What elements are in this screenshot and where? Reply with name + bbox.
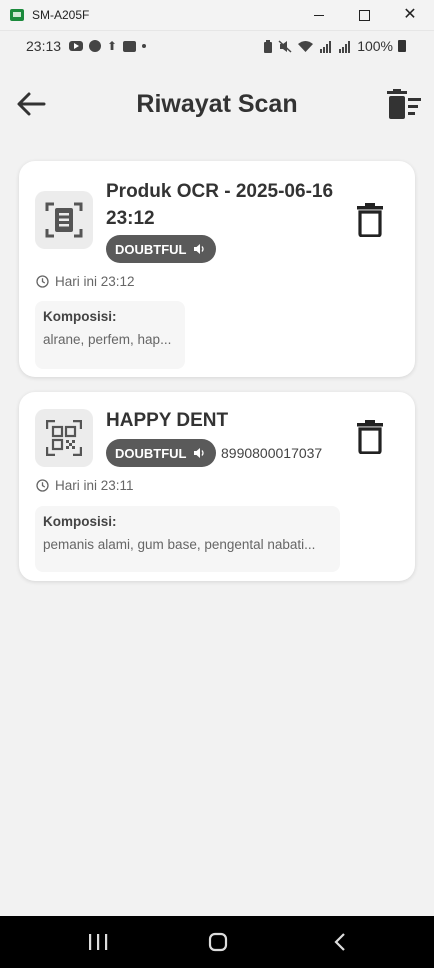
mute-icon <box>278 39 292 53</box>
app-notification-icon <box>123 40 137 52</box>
upload-icon: ⬆ <box>107 39 118 53</box>
product-title: HAPPY DENT <box>106 410 229 431</box>
history-card[interactable]: HAPPY DENT DOUBTFUL 8990800017037 Hari i… <box>19 392 415 581</box>
page-title: Riwayat Scan <box>136 90 298 118</box>
status-bar: 23:13 ⬆ 100% <box>0 31 434 61</box>
scan-type-thumbnail <box>35 409 93 467</box>
chevron-left-icon <box>334 933 345 951</box>
composition-box: Komposisi: pemanis alami, gum base, peng… <box>35 506 340 572</box>
composition-text: alrane, perfem, hap... <box>43 332 172 347</box>
clock-icon <box>36 479 49 492</box>
account-icon <box>89 40 102 52</box>
navigation-bar <box>0 916 434 968</box>
delete-button[interactable] <box>356 420 384 455</box>
status-time: 23:13 <box>26 38 62 54</box>
composition-text: pemanis alami, gum base, pengental nabat… <box>43 537 316 552</box>
maximize-icon <box>358 9 370 21</box>
history-card[interactable]: Produk OCR - 2025-06-16 23:12 DOUBTFUL H… <box>19 161 415 377</box>
qr-code-icon <box>46 420 82 456</box>
clock-icon <box>36 275 49 288</box>
home-icon <box>208 932 228 952</box>
scan-timestamp: Hari ini 23:12 <box>36 274 135 289</box>
status-badge[interactable]: DOUBTFUL <box>106 439 216 467</box>
android-device-icon <box>10 9 24 21</box>
battery-level: 100% <box>357 38 393 54</box>
volume-icon <box>193 244 204 254</box>
scan-timestamp: Hari ini 23:11 <box>36 478 134 493</box>
composition-label: Komposisi: <box>43 309 117 324</box>
clear-history-button[interactable] <box>385 89 423 121</box>
close-window-button[interactable]: ✕ <box>387 0 433 30</box>
youtube-icon <box>69 41 84 51</box>
scan-type-thumbnail <box>35 191 93 249</box>
signal-icon <box>320 40 332 53</box>
more-dot-icon <box>142 44 147 48</box>
barcode-number: 8990800017037 <box>221 445 323 461</box>
product-title: Produk OCR - 2025-06-16 23:12 <box>106 181 334 229</box>
battery-saver-icon <box>264 39 273 53</box>
timestamp-text: Hari ini 23:11 <box>55 478 134 493</box>
battery-icon <box>398 40 406 52</box>
recent-apps-icon <box>89 934 108 950</box>
minimize-button[interactable] <box>296 0 342 30</box>
window-title-bar: SM-A205F ✕ <box>0 0 434 31</box>
status-badge[interactable]: DOUBTFUL <box>106 235 216 263</box>
timestamp-text: Hari ini 23:12 <box>55 274 135 289</box>
document-scanner-icon <box>45 202 83 238</box>
composition-label: Komposisi: <box>43 514 117 529</box>
signal-icon <box>339 40 351 53</box>
delete-button[interactable] <box>356 203 384 238</box>
delete-sweep-icon <box>387 89 421 119</box>
status-label: DOUBTFUL <box>115 241 187 257</box>
close-icon: ✕ <box>403 6 417 23</box>
minimize-icon <box>314 14 324 16</box>
app-bar: Riwayat Scan <box>0 62 434 150</box>
composition-box: Komposisi: alrane, perfem, hap... <box>35 301 185 369</box>
volume-icon <box>193 448 204 458</box>
status-label: DOUBTFUL <box>115 445 187 461</box>
window-title: SM-A205F <box>32 8 90 22</box>
wifi-icon <box>298 40 314 52</box>
recent-apps-button[interactable] <box>68 926 128 958</box>
trash-icon <box>357 420 383 455</box>
home-button[interactable] <box>188 926 248 958</box>
trash-icon <box>357 203 383 238</box>
maximize-button[interactable] <box>341 0 387 30</box>
nav-back-button[interactable] <box>310 926 370 958</box>
